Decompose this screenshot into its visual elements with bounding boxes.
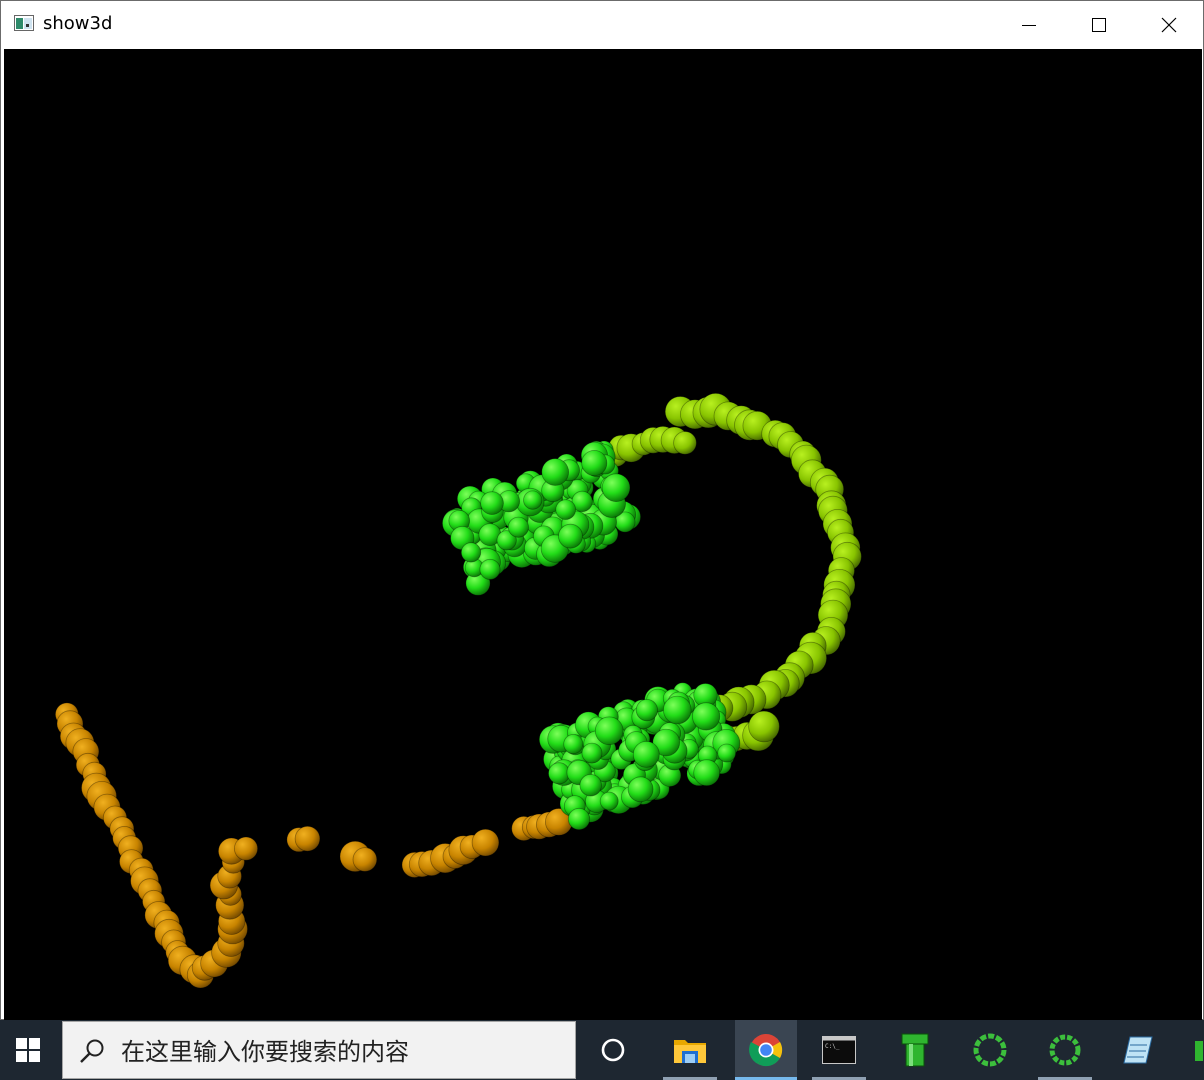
sphere — [563, 734, 584, 755]
minimize-icon — [1022, 24, 1036, 26]
chrome-icon — [749, 1034, 783, 1067]
sphere — [581, 742, 603, 764]
sphere — [548, 762, 571, 785]
sphere — [460, 542, 482, 563]
sphere — [480, 491, 504, 515]
search-placeholder: 在这里输入你要搜索的内容 — [121, 1038, 409, 1066]
ear-cup-lower — [538, 682, 741, 831]
sphere — [479, 558, 501, 580]
taskbar-chrome[interactable] — [735, 1020, 797, 1080]
maximize-icon — [1092, 17, 1106, 32]
taskbar-command-prompt[interactable]: C:\_ — [808, 1020, 870, 1080]
green-app-icon — [1195, 1041, 1203, 1061]
taskbar-search-box[interactable]: 在这里输入你要搜索的内容 — [62, 1021, 576, 1079]
loading-ring-icon — [973, 1033, 1007, 1067]
window-title: show3d — [43, 13, 113, 34]
taskbar-loading-app-1[interactable] — [959, 1020, 1021, 1080]
3d-viewport[interactable] — [4, 49, 1202, 1021]
loading-ring-icon — [1049, 1034, 1081, 1066]
close-button[interactable] — [1134, 1, 1204, 48]
app-window: show3d — [0, 0, 1204, 1021]
sphere — [471, 828, 500, 857]
sphere — [662, 695, 692, 725]
app-icon — [14, 15, 34, 31]
orange-sphere-chain — [55, 702, 573, 989]
sphere — [294, 825, 321, 852]
cortana-circle-icon — [601, 1038, 625, 1062]
taskbar-overflow-item[interactable] — [1172, 1020, 1204, 1080]
sphere — [541, 458, 569, 486]
sphere — [599, 791, 619, 811]
title-bar[interactable]: show3d — [1, 1, 1203, 48]
taskbar-cortana[interactable] — [582, 1020, 644, 1080]
sphere — [581, 449, 608, 476]
sphere — [717, 743, 737, 763]
sphere — [594, 716, 624, 746]
start-button[interactable] — [0, 1020, 56, 1080]
taskbar-green-pipe[interactable] — [884, 1020, 946, 1080]
file-explorer-icon — [674, 1040, 706, 1063]
minimize-button[interactable] — [994, 1, 1064, 48]
sphere — [673, 431, 697, 455]
sphere — [507, 516, 529, 538]
sphere — [567, 807, 591, 831]
search-icon — [80, 1039, 104, 1063]
sphere — [579, 774, 602, 797]
taskbar-notepad[interactable] — [1108, 1020, 1170, 1080]
sphere — [233, 836, 258, 861]
sphere — [523, 490, 543, 510]
sphere — [691, 702, 721, 731]
sphere — [558, 523, 583, 549]
taskbar-file-explorer[interactable] — [659, 1020, 721, 1080]
command-prompt-icon: C:\_ — [822, 1036, 856, 1064]
ear-cup-upper — [441, 440, 642, 596]
sphere — [352, 847, 378, 872]
sphere — [627, 776, 654, 803]
sphere — [555, 499, 576, 520]
headband-sphere-arc — [594, 392, 862, 754]
taskbar-loading-app-2[interactable] — [1034, 1020, 1096, 1080]
sphere — [635, 698, 659, 722]
sphere — [601, 473, 631, 503]
maximize-button[interactable] — [1064, 1, 1134, 48]
svg-text:C:\_: C:\_ — [825, 1043, 840, 1050]
close-icon — [1161, 17, 1177, 32]
sphere — [693, 759, 721, 787]
notepad-icon — [1123, 1036, 1153, 1064]
point-cloud-scene — [55, 392, 862, 989]
sphere — [748, 710, 780, 743]
taskbar: 在这里输入你要搜索的内容 C:\_ — [0, 1020, 1204, 1080]
windows-logo-icon — [16, 1038, 40, 1062]
green-pipe-icon — [901, 1033, 929, 1067]
sphere — [632, 741, 660, 768]
